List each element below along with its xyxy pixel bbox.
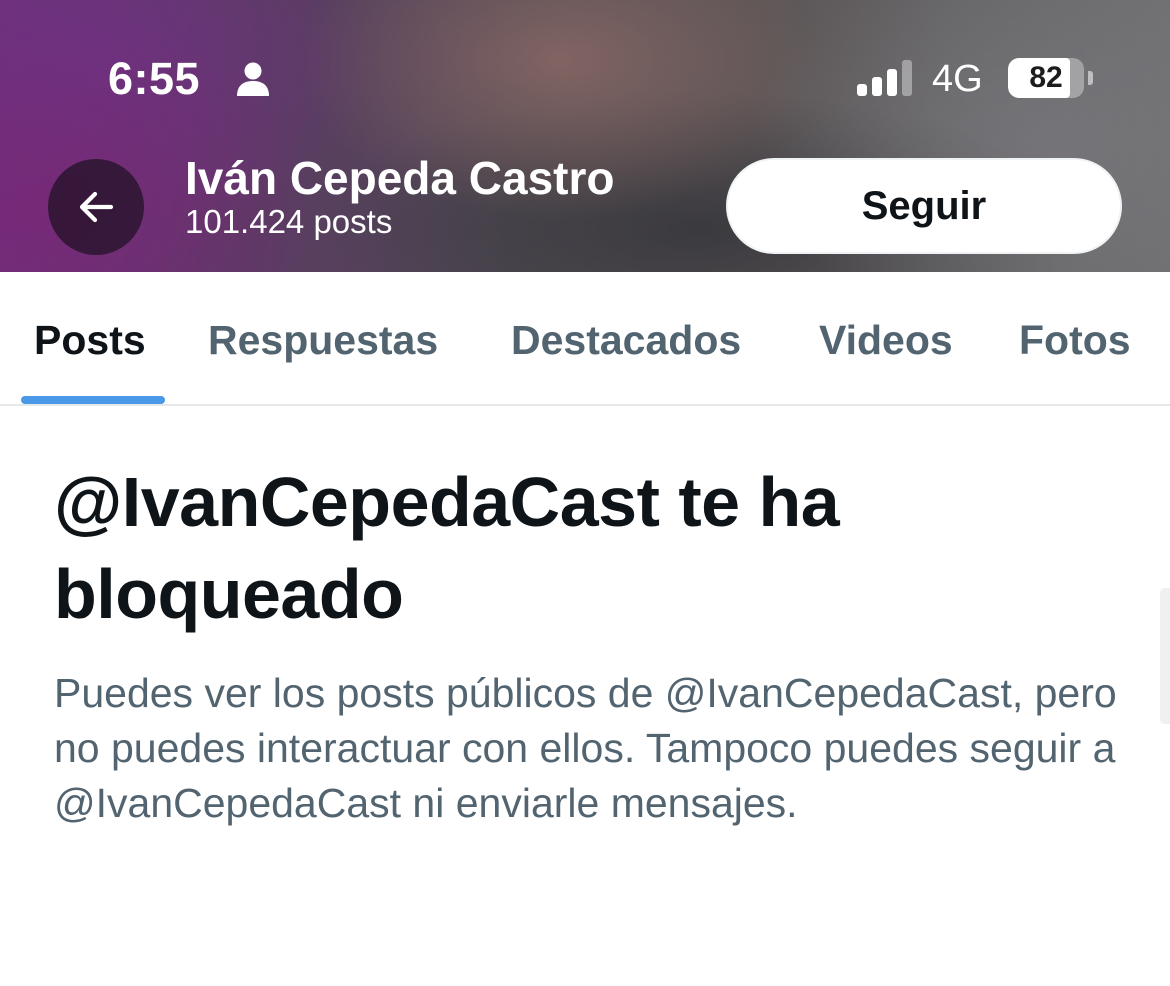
person-icon bbox=[237, 62, 269, 96]
back-button[interactable] bbox=[48, 159, 144, 255]
tab-respuestas[interactable]: Respuestas bbox=[208, 312, 438, 368]
signal-icon bbox=[857, 60, 912, 96]
profile-header: 6:55 4G 82 Iván Cepeda Castro 101.424 po… bbox=[0, 0, 1170, 272]
follow-button[interactable]: Seguir bbox=[726, 158, 1122, 254]
battery-level: 82 bbox=[1029, 61, 1063, 94]
status-time: 6:55 bbox=[108, 53, 201, 104]
tab-videos[interactable]: Videos bbox=[819, 312, 953, 368]
profile-tabs: Posts Respuestas Destacados Videos Fotos bbox=[0, 272, 1170, 406]
active-tab-indicator bbox=[21, 396, 165, 404]
post-count: 101.424 posts bbox=[185, 203, 393, 240]
blocked-description: Puedes ver los posts públicos de @IvanCe… bbox=[54, 670, 1117, 826]
tab-destacados[interactable]: Destacados bbox=[511, 312, 741, 368]
tab-fotos[interactable]: Fotos bbox=[1019, 312, 1131, 368]
network-type: 4G bbox=[932, 58, 983, 100]
arrow-left-icon bbox=[79, 191, 114, 223]
tab-posts[interactable]: Posts bbox=[34, 312, 146, 368]
scrollbar[interactable] bbox=[1160, 588, 1170, 724]
blocked-title: @IvanCepedaCast te ha bloqueado bbox=[54, 463, 840, 633]
battery-icon: 82 bbox=[1008, 58, 1093, 98]
profile-name: Iván Cepeda Castro bbox=[185, 152, 615, 204]
